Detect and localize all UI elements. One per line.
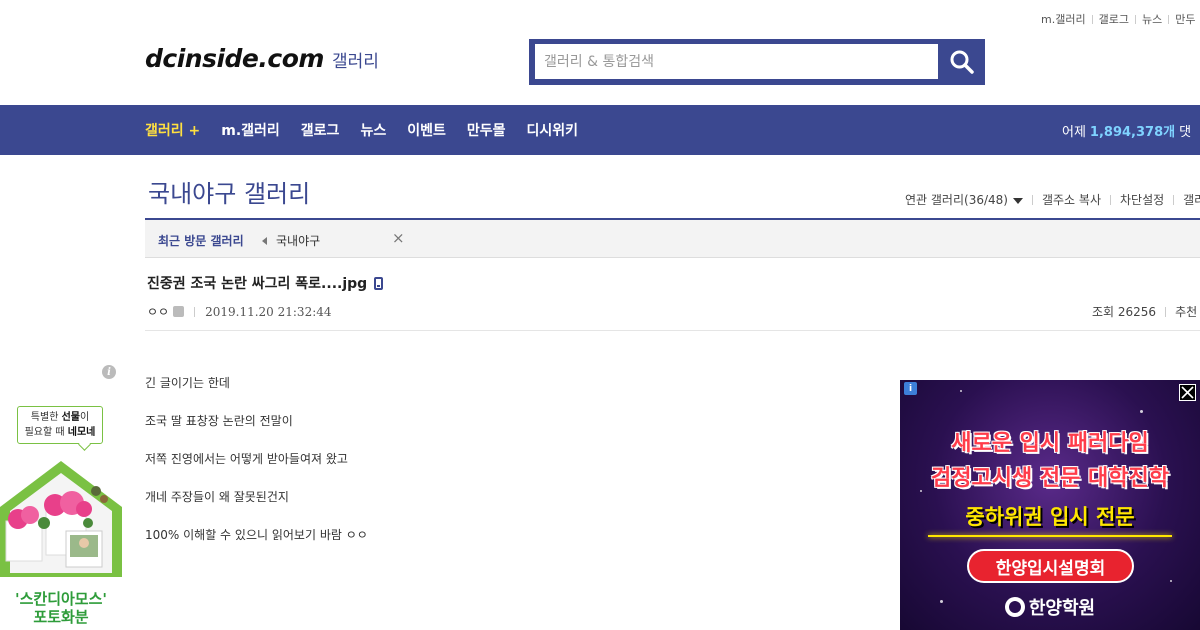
- nav-gallog[interactable]: 갤로그: [301, 120, 340, 140]
- ad-text: 이: [79, 412, 90, 423]
- mobile-icon: [374, 276, 384, 290]
- nav-gallery[interactable]: 갤러리 +: [145, 120, 200, 140]
- post-paragraph: 저쪽 진영에서는 어떻게 받아들여져 왔고: [145, 452, 348, 466]
- nav-news[interactable]: 뉴스: [360, 120, 386, 140]
- divider: [1109, 194, 1111, 205]
- stats-label: 어제: [1062, 124, 1086, 140]
- divider: [1031, 194, 1033, 205]
- recent-gallery-item[interactable]: 국내야구: [262, 232, 320, 249]
- ad-text: 필요할 때: [24, 427, 68, 438]
- ad-sparkle: [1170, 580, 1172, 582]
- right-ad-banner[interactable]: i 새로운 입시 패러다임 검정고시생 전문 대학진학 중하위권 입시 전문 한…: [900, 380, 1200, 630]
- nav-dcwiki[interactable]: 디시위키: [526, 120, 578, 140]
- ad-text: 특별한: [30, 412, 62, 423]
- ad-product-image: [0, 461, 122, 577]
- ad-text: 포토화분: [33, 608, 89, 626]
- fluid-nick-icon: [173, 306, 185, 317]
- block-settings-button[interactable]: 차단설정: [1120, 191, 1164, 208]
- post-paragraph: 조국 딸 표창장 논란의 전말이: [145, 414, 293, 428]
- page-root: m.갤러리 갤로그 뉴스 만두 dcinside.com 갤러리 갤러리 + m…: [0, 0, 1200, 630]
- stats-suffix: 댓: [1179, 124, 1192, 140]
- divider: [1134, 14, 1136, 24]
- gallery-title[interactable]: 국내야구 갤러리: [148, 174, 310, 209]
- search-button[interactable]: [938, 39, 985, 85]
- post-stats: 조회 26256 추천: [1092, 303, 1197, 320]
- post-paragraph: 긴 글이기는 한데: [145, 376, 230, 390]
- ad-text: 선물: [61, 412, 80, 423]
- ad-logo-text: 한양학원: [1028, 598, 1096, 619]
- divider: [1165, 306, 1167, 317]
- divider: [1173, 194, 1175, 205]
- top-link-mandu[interactable]: 만두: [1175, 11, 1195, 27]
- top-link-news[interactable]: 뉴스: [1142, 11, 1162, 27]
- nav-mandumall[interactable]: 만두몰: [467, 120, 506, 140]
- recent-gallery-name: 국내야구: [276, 234, 321, 248]
- search-box: [529, 39, 985, 85]
- recent-galleries-bar: 최근 방문 갤러리 국내야구 ×: [145, 220, 1200, 258]
- related-galleries-dropdown[interactable]: 연관 갤러리(36/48): [905, 191, 1023, 208]
- logo-subtitle: 갤러리: [331, 52, 379, 72]
- post-divider: [145, 330, 1200, 331]
- ad-info-icon[interactable]: i: [904, 382, 917, 395]
- nav-event[interactable]: 이벤트: [407, 120, 446, 140]
- post-title: 진중권 조국 논란 싸그리 폭로....jpg: [147, 273, 384, 293]
- post-recommend: 추천: [1175, 305, 1198, 319]
- ad-text: '스칸디아모스': [15, 590, 107, 608]
- search-input[interactable]: [535, 44, 938, 79]
- ad-sparkle: [960, 390, 962, 392]
- post-paragraph: 100% 이해할 수 있으니 읽어보기 바람 ㅇㅇ: [145, 528, 368, 542]
- search-icon: [950, 50, 974, 74]
- ad-close-button[interactable]: [1179, 384, 1196, 401]
- left-ad-banner[interactable]: 특별한 선물이 필요할 때 네모네 '스칸디아모스' 포토화분: [0, 404, 122, 630]
- main-nav: 갤러리 + m.갤러리 갤로그 뉴스 이벤트 만두몰 디시위키 어제 1,894…: [0, 105, 1200, 155]
- ad-speech-bubble: 특별한 선물이 필요할 때 네모네: [17, 406, 103, 444]
- seal-icon: [1004, 597, 1025, 617]
- divider: [1168, 14, 1170, 24]
- copy-address-button[interactable]: 갤주소 복사: [1042, 191, 1101, 208]
- gallery-tools: 연관 갤러리(36/48) 갤주소 복사 차단설정 갤러: [905, 191, 1200, 208]
- post-title-text: 진중권 조국 논란 싸그리 폭로....jpg: [147, 276, 368, 292]
- ad-headline-1: 새로운 입시 패러다임: [951, 431, 1149, 456]
- logo-wordmark: dcinside.com: [145, 44, 324, 73]
- stats-value: 1,894,378개: [1089, 124, 1176, 140]
- ad-headline-2: 검정고시생 전문 대학진학: [931, 466, 1169, 491]
- ad-headline-3: 중하위권 입시 전문: [965, 505, 1135, 529]
- ad-sparkle: [1140, 410, 1143, 413]
- post-views: 조회 26256: [1092, 305, 1157, 319]
- recent-galleries-label: 최근 방문 갤러리: [158, 234, 244, 248]
- post-paragraph: 개네 주장들이 왜 잘못된건지: [145, 490, 289, 504]
- post-meta: ㅇㅇ 2019.11.20 21:32:44: [147, 303, 332, 320]
- ad-text: 네모네: [67, 427, 96, 438]
- arrow-left-icon[interactable]: [262, 236, 267, 245]
- post-author[interactable]: ㅇㅇ: [147, 303, 169, 320]
- top-link-mgallery[interactable]: m.갤러리: [1041, 11, 1086, 27]
- ad-divider: [928, 535, 1172, 537]
- close-icon: [1181, 386, 1194, 399]
- gallery-more-button[interactable]: 갤러: [1183, 191, 1200, 208]
- top-links: m.갤러리 갤로그 뉴스 만두: [1041, 11, 1195, 27]
- site-logo[interactable]: dcinside.com 갤러리: [145, 44, 379, 73]
- divider: [194, 306, 196, 317]
- divider: [1091, 14, 1093, 24]
- close-icon[interactable]: ×: [392, 229, 405, 247]
- ad-logo: 한양학원: [900, 594, 1200, 620]
- post-date: 2019.11.20 21:32:44: [205, 304, 332, 319]
- daily-stats: 어제 1,894,378개 댓: [1062, 105, 1191, 155]
- ad-brand-text: '스칸디아모스' 포토화분: [0, 590, 122, 626]
- ad-info-icon[interactable]: i: [102, 365, 116, 379]
- nav-mgallery[interactable]: m.갤러리: [221, 120, 280, 140]
- ad-cta-button[interactable]: 한양입시설명회: [967, 549, 1134, 583]
- caret-down-icon: [1012, 197, 1023, 204]
- post-body: 긴 글이기는 한데 조국 딸 표창장 논란의 전말이 저쪽 진영에서는 어떻게 …: [145, 375, 368, 565]
- top-link-gallog[interactable]: 갤로그: [1099, 11, 1129, 27]
- related-galleries-label: 연관 갤러리(36/48): [905, 193, 1008, 207]
